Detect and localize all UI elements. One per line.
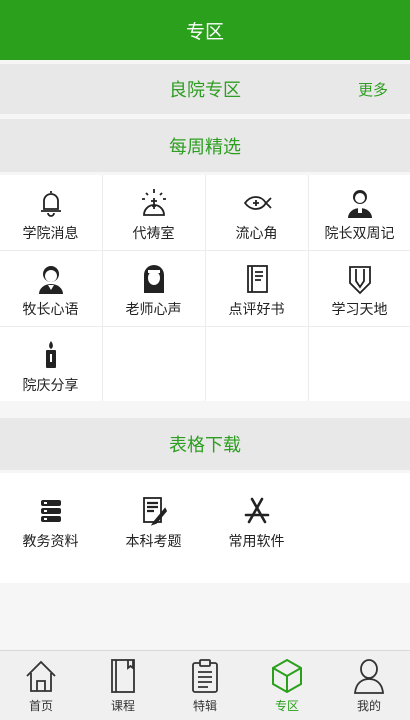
exam-icon [142, 497, 167, 526]
grid-divider [308, 175, 309, 400]
featured-section-title: 良院专区 [169, 80, 241, 101]
weekly-section-title: 每周精选 [0, 119, 410, 172]
bell-icon [40, 191, 61, 217]
person-collar-icon [347, 190, 372, 218]
downloads-section-title: 表格下载 [0, 418, 410, 470]
more-link[interactable]: 更多 [358, 79, 388, 100]
weekly-empty-cell [309, 327, 410, 401]
page-title: 专区 [0, 0, 410, 60]
pencil-shield-icon [348, 266, 371, 295]
nun-icon [143, 265, 164, 293]
weekly-item-president-journal[interactable]: 院长双周记 [309, 175, 410, 249]
notebook-icon [111, 659, 135, 693]
weekly-item-teacher-voice[interactable]: 老师心声 [103, 251, 204, 325]
tab-zone[interactable]: 专区 [246, 651, 328, 720]
weekly-item-news[interactable]: 学院消息 [0, 175, 101, 249]
grid-divider [205, 175, 206, 400]
database-icon [40, 500, 61, 522]
tab-specials[interactable]: 特辑 [164, 651, 246, 720]
weekly-item-prayer-room[interactable]: 代祷室 [103, 175, 204, 249]
download-item-exams[interactable]: 本科考题 [103, 483, 204, 557]
tab-me[interactable]: 我的 [328, 651, 410, 720]
user-icon [354, 659, 384, 694]
weekly-empty-cell [206, 327, 307, 401]
weekly-grid: 学院消息 代祷室 流心角 院长双周记 牧长心语 老师心声 点评好书 学习天地 院… [0, 175, 410, 401]
weekly-item-book-review[interactable]: 点评好书 [206, 251, 307, 325]
downloads-title: 表格下载 [169, 435, 241, 456]
featured-section-bar: 良院专区 更多 [0, 64, 410, 114]
book-icon [246, 265, 268, 293]
weekly-item-anniversary[interactable]: 院庆分享 [0, 327, 101, 401]
cross-light-icon [141, 189, 166, 216]
clipboard-icon [192, 659, 218, 693]
person-icon [38, 266, 63, 294]
download-item-academic[interactable]: 教务资料 [0, 483, 101, 557]
downloads-grid: 教务资料 本科考题 常用软件 [0, 473, 410, 583]
weekly-title: 每周精选 [169, 136, 241, 158]
grid-divider [102, 175, 103, 400]
grid-divider [0, 250, 410, 251]
tab-home[interactable]: 首页 [0, 651, 82, 720]
weekly-item-heart-corner[interactable]: 流心角 [206, 175, 307, 249]
download-item-software[interactable]: 常用软件 [206, 483, 307, 557]
tab-courses[interactable]: 课程 [82, 651, 164, 720]
candle-icon [45, 341, 56, 368]
cube-icon [272, 658, 302, 694]
home-icon [26, 660, 56, 692]
fish-icon [243, 196, 272, 210]
app-store-icon [244, 497, 269, 524]
bottom-tab-bar: 首页 课程 特辑 专区 我的 [0, 650, 410, 720]
weekly-empty-cell [103, 327, 204, 401]
weekly-item-pastor-words[interactable]: 牧长心语 [0, 251, 101, 325]
grid-divider [0, 326, 410, 327]
weekly-item-study[interactable]: 学习天地 [309, 251, 410, 325]
